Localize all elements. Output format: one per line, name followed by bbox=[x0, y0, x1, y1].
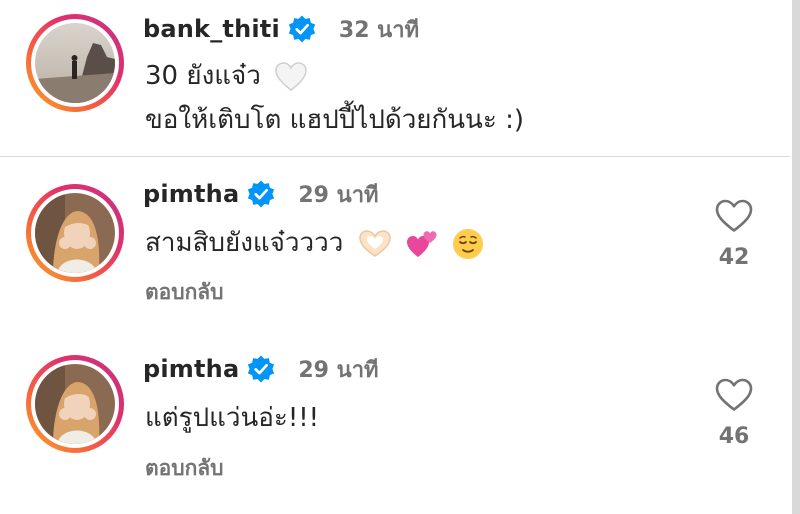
heart-icon[interactable] bbox=[715, 378, 753, 412]
username[interactable]: pimtha bbox=[143, 355, 239, 383]
comment-text-line: สามสิบยังแจ๋วววว bbox=[145, 228, 344, 258]
comment-text: สามสิบยังแจ๋วววว bbox=[145, 221, 484, 265]
comment-text: 30 ยังแจ๋ว bbox=[145, 54, 307, 98]
timestamp: 29 นาที bbox=[298, 182, 379, 208]
two-hearts-icon bbox=[406, 230, 437, 257]
avatar[interactable] bbox=[35, 193, 115, 273]
story-ring[interactable] bbox=[26, 14, 124, 112]
white-heart-icon bbox=[275, 61, 307, 91]
avatar[interactable] bbox=[35, 23, 115, 103]
comment-header: pimtha 29 นาที bbox=[143, 177, 379, 211]
relieved-face-icon bbox=[453, 228, 484, 259]
heart-icon[interactable] bbox=[715, 199, 753, 233]
verified-badge-icon bbox=[248, 355, 275, 383]
timestamp: 32 นาที bbox=[338, 17, 420, 43]
like-control: 46 bbox=[708, 378, 760, 449]
scrollbar[interactable] bbox=[792, 0, 800, 514]
like-count: 46 bbox=[718, 424, 750, 449]
heart-hands-icon bbox=[358, 229, 391, 257]
verified-badge-icon bbox=[288, 15, 316, 43]
timestamp: 29 นาที bbox=[298, 357, 379, 383]
username[interactable]: pimtha bbox=[143, 180, 239, 208]
like-control: 42 bbox=[708, 199, 760, 270]
comment-item: bank_thiti 32 นาที 30 ยังแจ๋ว ขอให้เติบโ… bbox=[0, 0, 790, 156]
username[interactable]: bank_thiti bbox=[143, 15, 280, 43]
reply-button[interactable]: ตอบกลับ bbox=[145, 452, 224, 485]
comment-text: แต่รูปแว่นอ่ะ!!! bbox=[145, 403, 320, 433]
comment-item: pimtha 29 นาที แต่รูปแว่นอ่ะ!!! ตอบกลับ … bbox=[0, 332, 790, 514]
verified-badge-icon bbox=[248, 180, 275, 208]
story-ring[interactable] bbox=[26, 184, 124, 282]
story-ring[interactable] bbox=[26, 355, 124, 453]
like-count: 42 bbox=[718, 245, 750, 270]
comment-text-line: ขอให้เติบโต แฮปปี้ไปด้วยกันนะ :) bbox=[145, 105, 524, 135]
avatar[interactable] bbox=[35, 364, 115, 444]
comment-header: pimtha 29 นาที bbox=[143, 352, 379, 386]
comment-header: bank_thiti 32 นาที bbox=[143, 12, 419, 46]
comment-text-line: 30 ยังแจ๋ว bbox=[145, 61, 261, 91]
reply-button[interactable]: ตอบกลับ bbox=[145, 276, 224, 309]
comment-item: pimtha 29 นาที สามสิบยังแจ๋วววว ตอบกลับ bbox=[0, 157, 790, 332]
